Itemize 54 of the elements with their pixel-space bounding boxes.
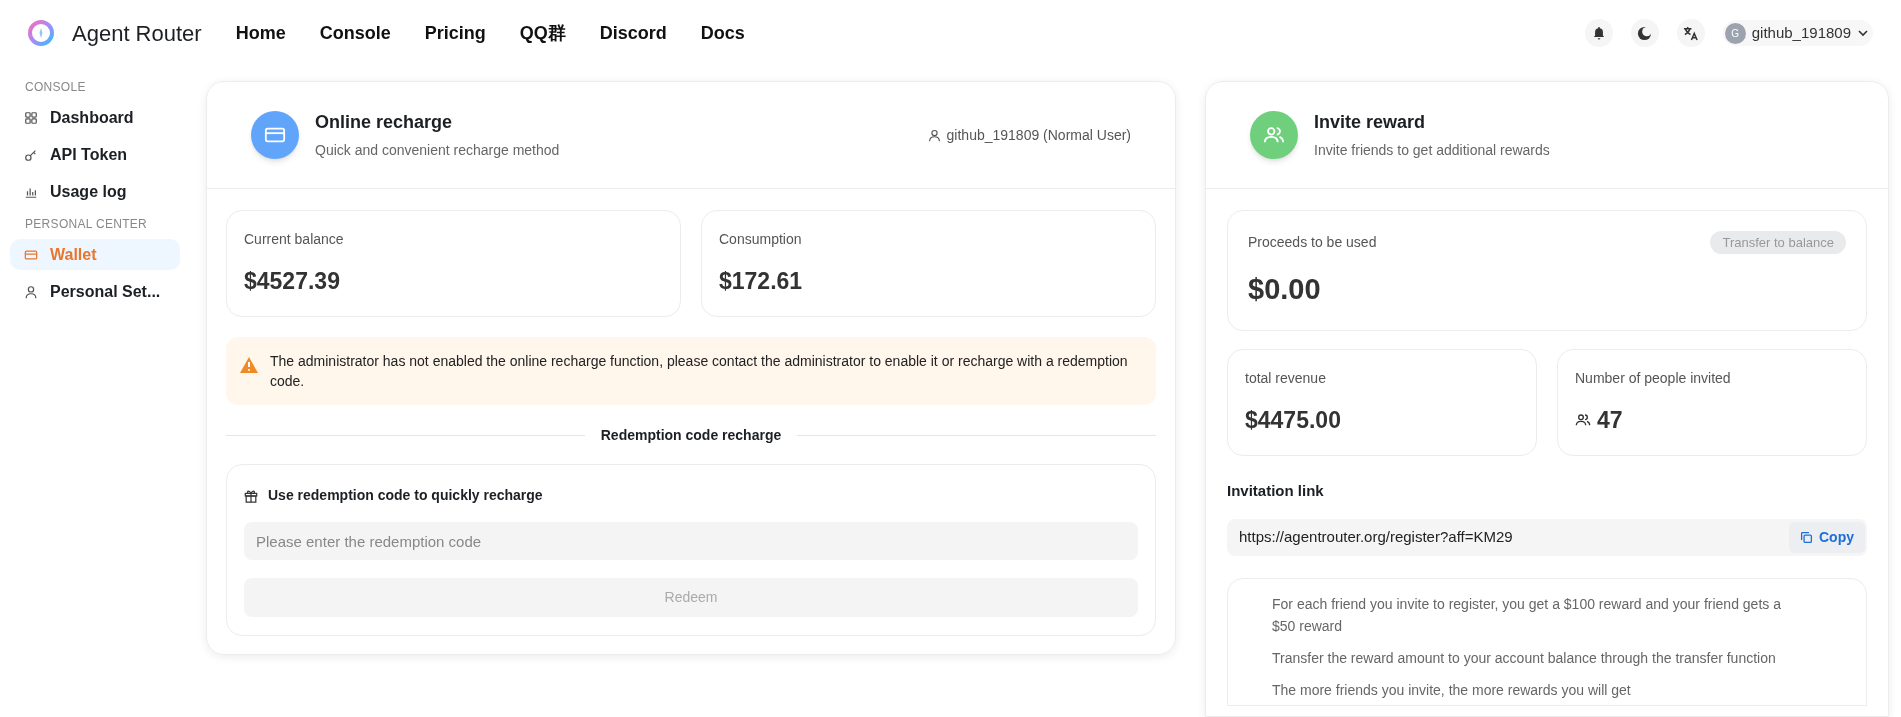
- people-icon: [1250, 111, 1298, 159]
- user-icon: [927, 128, 941, 142]
- card-title: Online recharge: [315, 111, 454, 134]
- user-role: github_191809 (Normal User): [946, 125, 1131, 145]
- redeem-title: Use redemption code to quickly recharge: [268, 486, 543, 505]
- stat-label: total revenue: [1245, 368, 1327, 388]
- stat-value: 47: [1597, 405, 1623, 435]
- card-subtitle: Quick and convenient recharge method: [315, 141, 560, 160]
- stat-value: $172.61: [719, 267, 803, 296]
- stat-value: $4475.00: [1245, 405, 1341, 435]
- stat-value: $4527.39: [244, 267, 340, 296]
- stat-label: Number of people invited: [1575, 368, 1732, 388]
- stat-label: Proceeds to be used: [1248, 233, 1377, 252]
- translate-icon[interactable]: [1676, 19, 1705, 47]
- people-icon: [1575, 411, 1591, 428]
- card-icon: [251, 111, 299, 159]
- section-divider-label: Redemption code recharge: [599, 426, 783, 445]
- gift-icon: [244, 488, 258, 503]
- section-title: Invitation link: [1227, 480, 1325, 501]
- sidebar-item[interactable]: Usage log: [10, 176, 180, 207]
- nav-link[interactable]: Pricing: [424, 19, 486, 47]
- card-title: Invite reward: [1314, 111, 1427, 134]
- sidebar-item[interactable]: Personal Set...: [10, 276, 180, 307]
- stat-label: Consumption: [719, 230, 803, 249]
- invitation-link-field[interactable]: https://agentrouter.org/register?aff=KM29 Copy: [1227, 519, 1867, 556]
- grid-icon: [24, 110, 38, 125]
- nav-link[interactable]: Console: [319, 19, 391, 47]
- nav-link[interactable]: Docs: [700, 19, 745, 47]
- dark-mode-icon[interactable]: [1630, 19, 1659, 47]
- sidebar-item[interactable]: Dashboard: [10, 102, 180, 133]
- brand-name[interactable]: Agent Router: [72, 16, 202, 50]
- rule-text: The more friends you invite, the more rewards you will get: [1272, 681, 1632, 700]
- logo-icon[interactable]: [28, 20, 54, 46]
- stat-value: $0.00: [1248, 272, 1322, 307]
- warning-message: The administrator has not enabled the online recharge function, please contact the administrator to enable it or recharge with a redemption code.: [270, 352, 1129, 391]
- sidebar-section-title: CONSOLE: [24, 79, 87, 96]
- redemption-code-field[interactable]: Please enter the redemption code: [244, 522, 1138, 560]
- card-subtitle: Invite friends to get additional rewards: [1314, 141, 1550, 160]
- nav-link[interactable]: Discord: [599, 19, 667, 47]
- copy-icon: [1800, 531, 1813, 544]
- credit-card-icon: [24, 247, 38, 262]
- rule-text: For each friend you invite to register, you get a $100 reward and your friend gets a $50 reward: [1272, 595, 1782, 636]
- copy-button[interactable]: Copy: [1789, 522, 1865, 553]
- user-menu[interactable]: G github_191809: [1722, 20, 1873, 46]
- sidebar-section-title: PERSONAL CENTER: [24, 216, 149, 233]
- stat-label: Current balance: [244, 230, 345, 249]
- rule-text: Transfer the reward amount to your account balance through the transfer function: [1272, 649, 1777, 668]
- nav-link[interactable]: Home: [235, 19, 286, 47]
- nav-link[interactable]: QQ群: [519, 19, 566, 47]
- user-icon: [24, 284, 38, 299]
- notification-bell-icon[interactable]: [1584, 19, 1613, 47]
- warning-icon: [240, 357, 258, 373]
- chevron-down-icon: [1857, 27, 1869, 39]
- sidebar-item[interactable]: API Token: [10, 139, 180, 170]
